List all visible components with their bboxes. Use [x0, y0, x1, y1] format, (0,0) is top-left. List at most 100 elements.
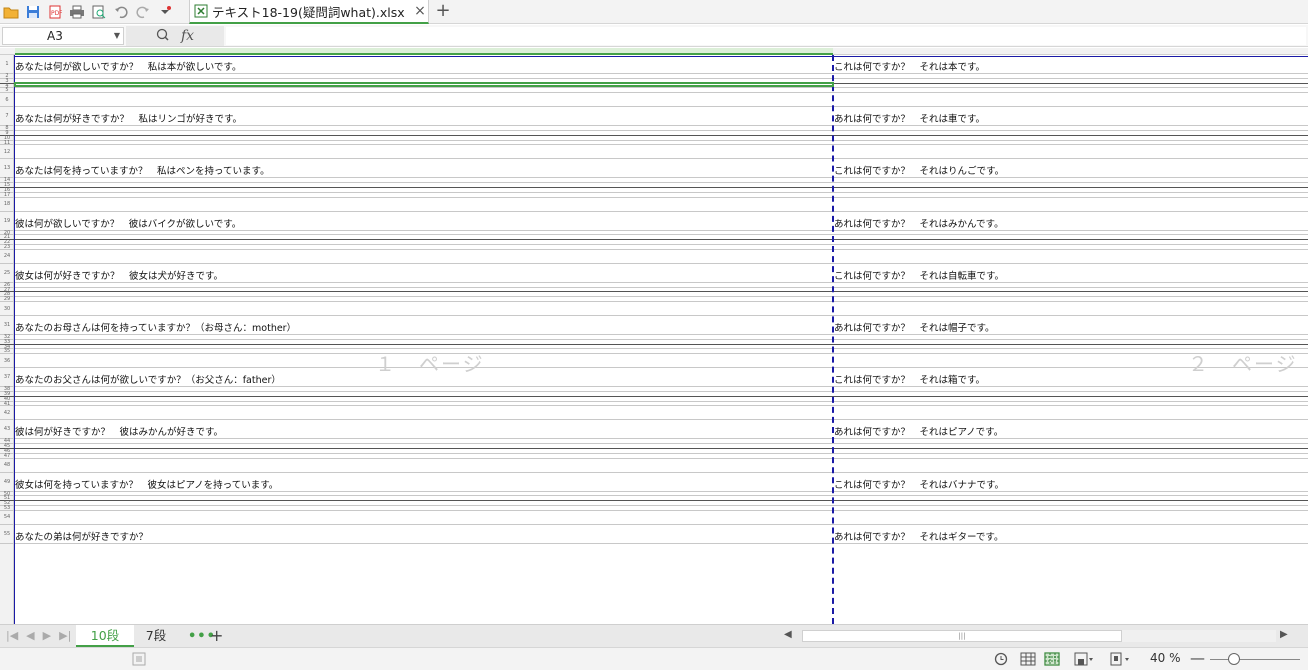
- cell-column-a[interactable]: 彼女は何が好きですか？ 彼女は犬が好きです。: [15, 268, 223, 282]
- redo-icon[interactable]: [132, 1, 154, 23]
- cell-column-b[interactable]: これは何ですか？ それはりんごです。: [834, 163, 1004, 177]
- table-row[interactable]: 42: [0, 406, 1308, 421]
- row-number[interactable]: 30: [0, 306, 14, 312]
- row-number[interactable]: 7: [0, 114, 14, 119]
- formula-input[interactable]: [226, 27, 1306, 45]
- row-number[interactable]: 42: [0, 410, 14, 416]
- table-row[interactable]: 31 あなたのお母さんは何を持っていますか？（お母さん：mother） あれは何です…: [0, 316, 1308, 335]
- cell-column-b[interactable]: あれは何ですか？ それはギターです。: [834, 529, 1003, 543]
- row-number[interactable]: 19: [0, 218, 14, 224]
- page-break-view-icon[interactable]: [1044, 652, 1060, 666]
- first-sheet-icon[interactable]: |◀: [6, 629, 18, 642]
- zoom-slider[interactable]: [1210, 659, 1300, 660]
- active-cell-selection: [14, 82, 834, 87]
- page-break-line: [832, 55, 834, 624]
- row-number[interactable]: 13: [0, 166, 14, 171]
- cell-column-a[interactable]: 彼は何が欲しいですか？ 彼はバイクが欲しいです。: [15, 216, 241, 230]
- normal-view-icon[interactable]: [1020, 652, 1036, 666]
- row-number[interactable]: 49: [0, 479, 14, 485]
- table-row[interactable]: 54: [0, 511, 1308, 525]
- table-row[interactable]: 30: [0, 302, 1308, 316]
- excel-file-icon: [194, 4, 208, 18]
- table-row[interactable]: 13 あなたは何を持っていますか？ 私はペンを持っています。 これは何ですか？ それ…: [0, 159, 1308, 179]
- row-number[interactable]: 54: [0, 515, 14, 520]
- name-box[interactable]: A3 ▼: [2, 27, 124, 45]
- table-row[interactable]: 1 あなたは何が欲しいですか？ 私は本が欲しいです。 これは何ですか？ それは本です…: [0, 55, 1308, 74]
- cell-column-a[interactable]: あなたのお父さんは何が欲しいですか？（お父さん：father）: [15, 372, 281, 386]
- table-row[interactable]: 43 彼は何が好きですか？ 彼はみかんが好きです。 あれは何ですか？ それはピアノで…: [0, 420, 1308, 440]
- function-area: fx: [126, 26, 224, 46]
- print-preview-icon[interactable]: [88, 1, 110, 23]
- table-row[interactable]: 55 あなたの弟は何が好きですか？ あれは何ですか？ それはギターです。: [0, 525, 1308, 544]
- cell-column-b[interactable]: あれは何ですか？ それは帽子です。: [834, 320, 995, 334]
- cell-column-b[interactable]: これは何ですか？ それは本です。: [834, 59, 985, 73]
- cell-column-a[interactable]: 彼は何が好きですか？ 彼はみかんが好きです。: [15, 424, 223, 438]
- table-row[interactable]: 24: [0, 250, 1308, 264]
- cell-column-b[interactable]: あれは何ですか？ それは車です。: [834, 111, 985, 125]
- table-row[interactable]: 12: [0, 145, 1308, 160]
- cell-column-b[interactable]: あれは何ですか？ それはピアノです。: [834, 424, 1003, 438]
- row-number[interactable]: 12: [0, 149, 14, 155]
- zoom-slider-handle[interactable]: [1228, 653, 1240, 665]
- row-number[interactable]: 18: [0, 202, 14, 207]
- chevron-down-icon[interactable]: ▼: [114, 28, 120, 44]
- table-row[interactable]: 25 彼女は何が好きですか？ 彼女は犬が好きです。 これは何ですか？ それは自転車で…: [0, 264, 1308, 283]
- table-row[interactable]: 7 あなたは何が好きですか？ 私はリンゴが好きです。 あれは何ですか？ それは車です…: [0, 107, 1308, 127]
- sheet-tab-7dan[interactable]: 7段: [140, 625, 172, 647]
- row-number[interactable]: 48: [0, 463, 14, 468]
- save-icon[interactable]: [22, 1, 44, 23]
- row-number[interactable]: 37: [0, 375, 14, 380]
- last-sheet-icon[interactable]: ▶|: [59, 629, 71, 642]
- scroll-right-icon[interactable]: ▶: [1280, 629, 1288, 640]
- row-number[interactable]: 43: [0, 427, 14, 432]
- row-number[interactable]: 6: [0, 97, 14, 103]
- open-folder-icon[interactable]: [0, 1, 22, 23]
- print-icon[interactable]: [66, 1, 88, 23]
- cell-column-b[interactable]: これは何ですか？ それはバナナです。: [834, 477, 1004, 491]
- scroll-thumb[interactable]: |||: [802, 630, 1122, 642]
- file-tab[interactable]: テキスト18-19(疑問詞what).xlsx ×: [189, 0, 429, 24]
- next-sheet-icon[interactable]: ▶: [43, 629, 51, 642]
- zoom-out-button[interactable]: —: [1190, 649, 1205, 667]
- cell-column-a[interactable]: あなたは何が好きですか？ 私はリンゴが好きです。: [15, 111, 242, 125]
- customize-toolbar-icon[interactable]: [154, 1, 176, 23]
- cell-column-b[interactable]: これは何ですか？ それは箱です。: [834, 372, 985, 386]
- cell-column-b[interactable]: これは何ですか？ それは自転車です。: [834, 268, 1004, 282]
- add-sheet-button[interactable]: +: [210, 626, 223, 645]
- table-row[interactable]: 48: [0, 459, 1308, 473]
- page-layout-view-icon[interactable]: [1074, 652, 1093, 666]
- zoom-level[interactable]: 40 %: [1150, 651, 1181, 665]
- table-row[interactable]: 37 あなたのお父さんは何が欲しいですか？（お父さん：father） これは何ですか…: [0, 368, 1308, 388]
- reading-mode-icon[interactable]: [1110, 652, 1129, 666]
- table-row[interactable]: 36: [0, 354, 1308, 369]
- cell-column-a[interactable]: あなたは何を持っていますか？ 私はペンを持っています。: [15, 163, 270, 177]
- cell-column-a[interactable]: あなたは何が欲しいですか？ 私は本が欲しいです。: [15, 59, 241, 73]
- row-number[interactable]: 55: [0, 531, 14, 537]
- row-number[interactable]: 1: [0, 62, 14, 67]
- prev-sheet-icon[interactable]: ◀: [26, 629, 34, 642]
- table-row[interactable]: 18: [0, 198, 1308, 212]
- table-row[interactable]: 6: [0, 93, 1308, 108]
- cell-column-b[interactable]: あれは何ですか？ それはみかんです。: [834, 216, 1004, 230]
- cell-column-a[interactable]: あなたのお母さんは何を持っていますか？（お母さん：mother）: [15, 320, 296, 334]
- worksheet-grid[interactable]: 1 あなたは何が欲しいですか？ 私は本が欲しいです。 これは何ですか？ それは本です…: [0, 48, 1308, 624]
- row-number[interactable]: 25: [0, 270, 14, 276]
- zoom-search-icon[interactable]: [156, 28, 169, 44]
- horizontal-scrollbar[interactable]: ◀ ||| ▶: [772, 628, 1292, 644]
- table-row[interactable]: 19 彼は何が欲しいですか？ 彼はバイクが欲しいです。 あれは何ですか？ それはみか…: [0, 212, 1308, 231]
- macro-record-icon[interactable]: [132, 652, 148, 666]
- new-tab-button[interactable]: +: [434, 1, 452, 23]
- row-number[interactable]: 31: [0, 323, 14, 328]
- row-number[interactable]: 36: [0, 358, 14, 364]
- insert-function-button[interactable]: fx: [181, 28, 194, 44]
- close-tab-icon[interactable]: ×: [412, 3, 428, 19]
- history-icon[interactable]: [994, 652, 1010, 666]
- table-row[interactable]: 49 彼女は何を持っていますか？ 彼女はピアノを持っています。 これは何ですか？ そ…: [0, 473, 1308, 492]
- pdf-export-icon[interactable]: PDF: [44, 1, 66, 23]
- scroll-left-icon[interactable]: ◀: [784, 629, 792, 640]
- sheet-tab-10dan[interactable]: 10段: [76, 625, 134, 647]
- undo-icon[interactable]: [110, 1, 132, 23]
- cell-column-a[interactable]: 彼女は何を持っていますか？ 彼女はピアノを持っています。: [15, 477, 278, 491]
- cell-column-a[interactable]: あなたの弟は何が好きですか？: [15, 529, 148, 543]
- row-number[interactable]: 24: [0, 254, 14, 259]
